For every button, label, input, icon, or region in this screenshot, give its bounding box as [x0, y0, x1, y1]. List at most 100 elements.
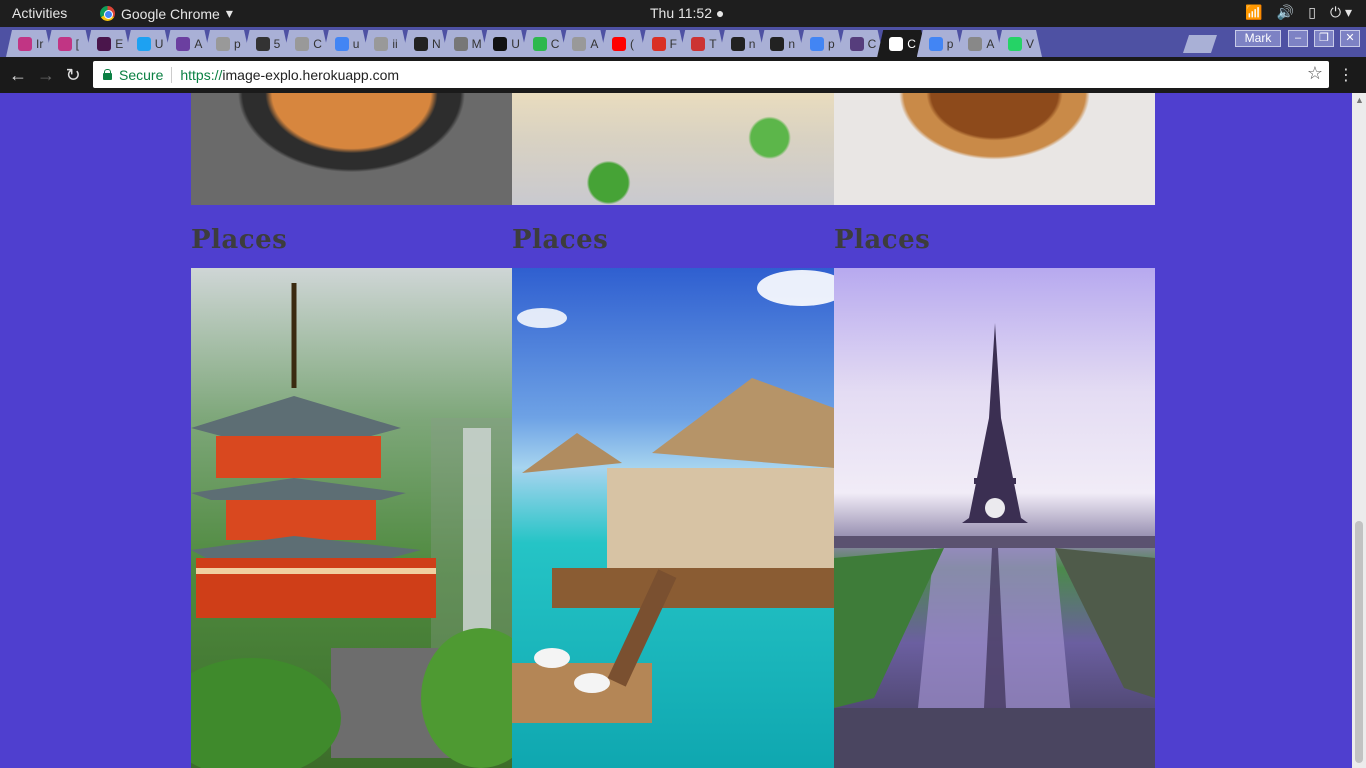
tab-favicon-icon [652, 37, 666, 51]
url-host: image-explo.herokuapp.com [222, 66, 400, 83]
clock[interactable]: Thu 11:52 ● [650, 5, 724, 21]
tab-favicon-icon [929, 37, 943, 51]
section-title-places: Places [834, 225, 931, 255]
browser-tab[interactable]: A [164, 30, 210, 57]
tab-title: C [550, 36, 560, 51]
bookmark-star-icon[interactable]: ☆ [1307, 63, 1323, 84]
place-image-eiffel-tower[interactable] [834, 268, 1155, 768]
tab-favicon-icon [810, 37, 824, 51]
scroll-up-arrow-icon[interactable]: ▲ [1355, 95, 1364, 105]
chrome-icon [100, 6, 115, 21]
tab-title: N [432, 36, 441, 51]
tab-favicon-icon [374, 37, 388, 51]
restore-button[interactable]: ❐ [1314, 30, 1334, 47]
browser-tab[interactable]: A [956, 30, 1002, 57]
volume-icon[interactable]: 🔊 [1277, 4, 1294, 21]
minimize-button[interactable]: – [1288, 30, 1308, 47]
browser-tab[interactable]: ii [362, 30, 408, 57]
tab-title: C [907, 36, 916, 51]
tab-favicon-icon [216, 37, 230, 51]
browser-menu-icon[interactable]: ⋮ [1338, 65, 1354, 85]
browser-tab[interactable]: N [402, 30, 448, 57]
power-icon[interactable]: ⏻ ▾ [1330, 4, 1352, 21]
tab-favicon-icon [335, 37, 349, 51]
browser-tab[interactable]: U [125, 30, 171, 57]
tab-favicon-icon [770, 37, 784, 51]
browser-tab[interactable]: ( [600, 30, 646, 57]
tab-favicon-icon [454, 37, 468, 51]
close-window-button[interactable]: ✕ [1340, 30, 1360, 47]
tab-favicon-icon [612, 37, 626, 51]
tab-favicon-icon [137, 37, 151, 51]
system-top-bar: Activities Google Chrome ▾ Thu 11:52 ● 📶… [0, 0, 1366, 27]
tab-title: F [669, 36, 677, 51]
browser-tab[interactable]: Ir [6, 30, 52, 57]
bungalow-illustration [512, 270, 834, 723]
secure-label: Secure [119, 66, 164, 83]
browser-tab[interactable]: M [442, 30, 488, 57]
food-image-burger[interactable] [834, 93, 1155, 205]
tab-favicon-icon [493, 37, 507, 51]
browser-tab[interactable]: [ [46, 30, 92, 57]
browser-tab[interactable]: p [798, 30, 844, 57]
browser-tab[interactable]: p [204, 30, 250, 57]
page-viewport: Places Places Places [0, 93, 1352, 768]
browser-tab[interactable]: C [283, 30, 329, 57]
back-button[interactable]: ← [8, 65, 28, 85]
profile-button[interactable]: Mark [1235, 30, 1281, 47]
new-tab-button[interactable] [1183, 35, 1217, 53]
browser-tab[interactable]: T [679, 30, 725, 57]
browser-tab[interactable]: p [917, 30, 963, 57]
tab-title: p [828, 36, 835, 51]
browser-tab[interactable]: 5 [244, 30, 290, 57]
reload-button[interactable]: ↻ [63, 65, 83, 85]
address-bar[interactable]: Secure https:// image-explo.herokuapp.co… [93, 61, 1329, 88]
tab-title: T [709, 36, 717, 51]
tab-favicon-icon [889, 37, 903, 51]
tab-title: U [511, 36, 520, 51]
browser-tab[interactable]: E [85, 30, 131, 57]
browser-tab[interactable]: V [996, 30, 1042, 57]
system-tray[interactable]: 📶 🔊 ▯ ⏻ ▾ [1245, 4, 1352, 21]
tab-title: [ [75, 36, 79, 51]
lock-icon [103, 69, 112, 80]
tab-favicon-icon [256, 37, 270, 51]
tab-title: p [946, 36, 954, 51]
url-scheme: https:// [180, 66, 223, 83]
browser-tab[interactable]: U [481, 30, 527, 57]
tab-favicon-icon [968, 37, 982, 51]
app-menu[interactable]: Google Chrome ▾ [100, 5, 233, 22]
section-title-places: Places [512, 225, 609, 255]
pagoda-illustration [191, 283, 512, 768]
activities-button[interactable]: Activities [12, 5, 67, 21]
forward-button[interactable]: → [36, 65, 56, 85]
scrollbar-thumb[interactable] [1355, 521, 1363, 763]
vertical-scrollbar[interactable]: ▲ [1352, 93, 1366, 768]
browser-tab[interactable]: C [521, 30, 567, 57]
battery-icon[interactable]: ▯ [1308, 4, 1316, 21]
tab-title: Ir [36, 36, 44, 51]
tab-title: V [1026, 36, 1035, 51]
browser-tab[interactable]: n [719, 30, 765, 57]
browser-tab[interactable]: C [838, 30, 884, 57]
app-name: Google Chrome [121, 5, 220, 22]
section-title-places: Places [191, 225, 288, 255]
tab-favicon-icon [176, 37, 190, 51]
place-image-pagoda[interactable] [191, 268, 512, 768]
browser-tab[interactable]: A [560, 30, 606, 57]
food-image-tacos[interactable] [512, 93, 834, 205]
chevron-down-icon: ▾ [225, 5, 233, 21]
tab-title: C [867, 36, 877, 51]
place-image-overwater-bungalow[interactable] [512, 268, 834, 768]
browser-tab[interactable]: u [323, 30, 369, 57]
tab-title: M [471, 36, 482, 51]
tab-title: A [194, 36, 203, 51]
eiffel-illustration [834, 323, 1155, 768]
wifi-icon[interactable]: 📶 [1245, 4, 1262, 21]
tab-title: E [115, 36, 124, 51]
tab-favicon-icon [18, 37, 32, 51]
browser-tab[interactable]: F [640, 30, 686, 57]
tab-title: A [986, 36, 995, 51]
browser-tab[interactable]: n [758, 30, 804, 57]
food-image-paella[interactable] [191, 93, 512, 205]
